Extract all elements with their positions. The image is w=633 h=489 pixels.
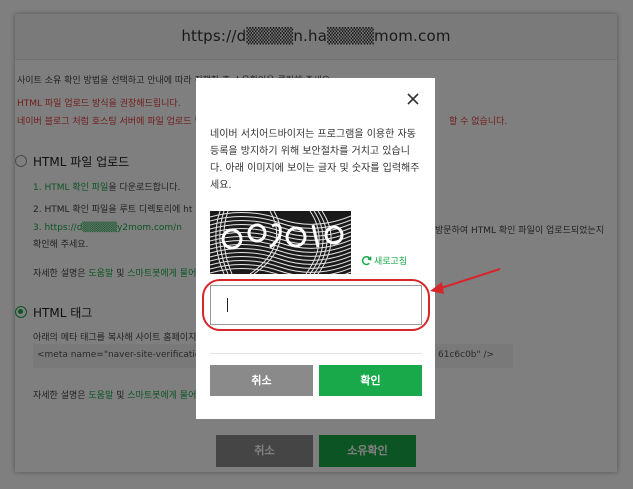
annotation-arrow	[430, 268, 501, 294]
